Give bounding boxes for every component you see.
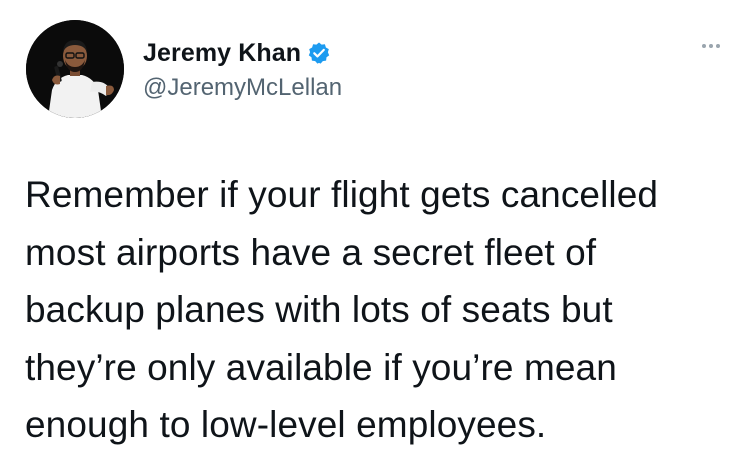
more-dot xyxy=(702,44,706,48)
display-name[interactable]: Jeremy Khan xyxy=(143,39,301,68)
avatar-photo xyxy=(26,20,124,118)
more-dot xyxy=(709,44,713,48)
more-horizontal-icon[interactable] xyxy=(702,44,720,48)
tweet-text: Remember if your flight gets cancelled m… xyxy=(25,166,740,454)
more-dot xyxy=(716,44,720,48)
tweet-text-line: backup planes with lots of seats but xyxy=(25,289,613,330)
author-name-row: Jeremy Khan xyxy=(143,38,331,68)
tweet-text-line: enough to low-level employees. xyxy=(25,404,547,445)
avatar[interactable] xyxy=(26,20,124,118)
tweet-text-line: they’re only available if you’re mean xyxy=(25,346,617,388)
verified-badge-icon xyxy=(307,41,331,65)
author-handle[interactable]: @JeremyMcLellan xyxy=(143,74,342,102)
tweet-card: Jeremy Khan @JeremyMcLellan Remember if … xyxy=(0,0,750,466)
tweet-text-line: Remember if your flight gets cancelled xyxy=(25,174,659,215)
tweet-text-line: most airports have a secret fleet of xyxy=(25,231,597,273)
